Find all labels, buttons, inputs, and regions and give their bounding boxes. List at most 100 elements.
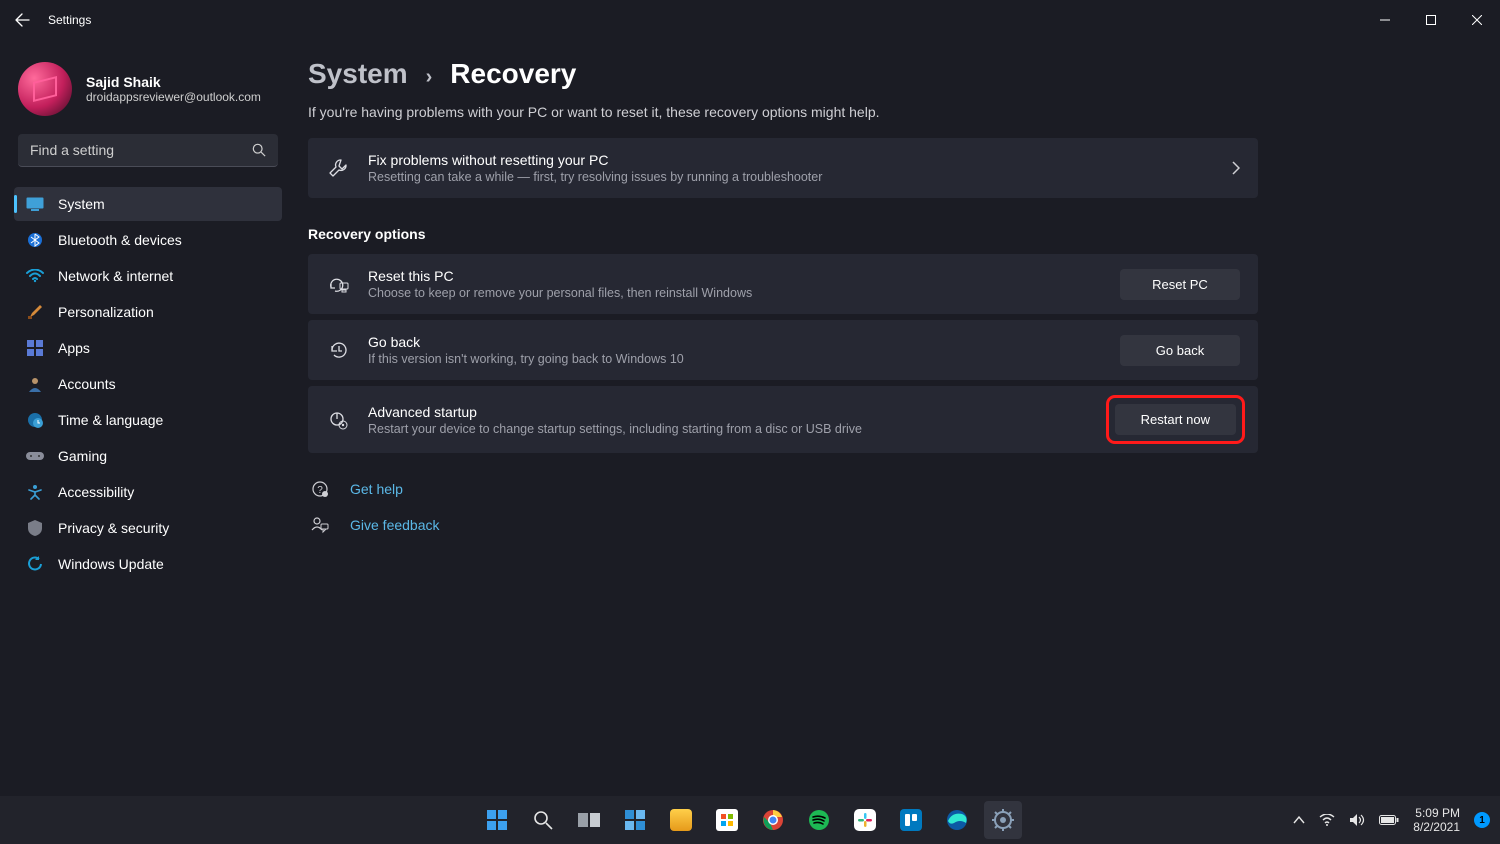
card-desc: Resetting can take a while — first, try … [368, 170, 1214, 184]
sidebar: Sajid Shaik droidappsreviewer@outlook.co… [0, 40, 290, 796]
gear-icon [992, 809, 1014, 831]
settings-app-button[interactable] [984, 801, 1022, 839]
globe-clock-icon [26, 411, 44, 429]
chrome-button[interactable] [754, 801, 792, 839]
task-view-icon [578, 811, 600, 829]
search-icon [533, 810, 553, 830]
monitor-icon [26, 195, 44, 213]
search-placeholder: Find a setting [30, 142, 114, 158]
wifi-icon[interactable] [1319, 814, 1335, 826]
taskbar-center [478, 801, 1022, 839]
windows-icon [486, 809, 508, 831]
reset-pc-button[interactable]: Reset PC [1120, 269, 1240, 300]
sidebar-item-label: Network & internet [58, 268, 173, 284]
sidebar-item-accounts[interactable]: Accounts [14, 367, 282, 401]
system-tray: 5:09 PM 8/2/2021 1 [1293, 806, 1490, 835]
help-links: ? Get help Give feedback [308, 477, 1476, 537]
give-feedback-link[interactable]: Give feedback [350, 517, 440, 533]
sidebar-item-label: Accounts [58, 376, 116, 392]
tray-time: 5:09 PM [1413, 806, 1460, 820]
sidebar-item-label: Privacy & security [58, 520, 169, 536]
sidebar-item-label: Accessibility [58, 484, 134, 500]
slack-button[interactable] [846, 801, 884, 839]
main-content: System › Recovery If you're having probl… [290, 40, 1500, 796]
sidebar-item-network[interactable]: Network & internet [14, 259, 282, 293]
maximize-icon [1426, 15, 1436, 25]
intro-text: If you're having problems with your PC o… [308, 104, 1476, 120]
card-title: Go back [368, 334, 1102, 350]
widgets-icon [624, 809, 646, 831]
titlebar-left: Settings [12, 10, 91, 30]
refresh-icon [26, 555, 44, 573]
sidebar-item-windows-update[interactable]: Windows Update [14, 547, 282, 581]
folder-icon [670, 809, 692, 831]
minimize-button[interactable] [1362, 4, 1408, 36]
breadcrumb-parent[interactable]: System [308, 58, 408, 90]
window-title: Settings [48, 13, 91, 27]
card-desc: Choose to keep or remove your personal f… [368, 286, 1102, 300]
volume-icon[interactable] [1349, 813, 1365, 827]
widgets-button[interactable] [616, 801, 654, 839]
help-icon: ? [308, 477, 332, 501]
card-text: Advanced startup Restart your device to … [368, 404, 1093, 436]
slack-icon [854, 809, 876, 831]
taskbar: 5:09 PM 8/2/2021 1 [0, 796, 1500, 844]
sidebar-item-label: Windows Update [58, 556, 164, 572]
restart-now-button[interactable]: Restart now [1115, 404, 1236, 435]
sidebar-item-accessibility[interactable]: Accessibility [14, 475, 282, 509]
taskbar-search[interactable] [524, 801, 562, 839]
gamepad-icon [26, 447, 44, 465]
card-text: Fix problems without resetting your PC R… [368, 152, 1214, 184]
tray-overflow-icon[interactable] [1293, 816, 1305, 824]
sidebar-item-bluetooth[interactable]: Bluetooth & devices [14, 223, 282, 257]
feedback-icon [308, 513, 332, 537]
power-gear-icon [326, 408, 350, 432]
sidebar-item-apps[interactable]: Apps [14, 331, 282, 365]
file-explorer-button[interactable] [662, 801, 700, 839]
history-icon [326, 338, 350, 362]
search-input[interactable]: Find a setting [18, 134, 278, 167]
sidebar-item-time-language[interactable]: Time & language [14, 403, 282, 437]
app-body: Sajid Shaik droidappsreviewer@outlook.co… [0, 40, 1500, 796]
get-help-link[interactable]: Get help [350, 481, 403, 497]
sidebar-item-privacy[interactable]: Privacy & security [14, 511, 282, 545]
card-title: Fix problems without resetting your PC [368, 152, 1214, 168]
battery-icon[interactable] [1379, 814, 1399, 826]
microsoft-store-button[interactable] [708, 801, 746, 839]
sidebar-item-label: Time & language [58, 412, 163, 428]
spotify-icon [808, 809, 830, 831]
user-info: Sajid Shaik droidappsreviewer@outlook.co… [86, 74, 261, 104]
spotify-button[interactable] [800, 801, 838, 839]
recovery-options-title: Recovery options [308, 226, 1476, 242]
trello-button[interactable] [892, 801, 930, 839]
trello-icon [900, 809, 922, 831]
card-text: Go back If this version isn't working, t… [368, 334, 1102, 366]
close-button[interactable] [1454, 4, 1500, 36]
go-back-card: Go back If this version isn't working, t… [308, 320, 1258, 380]
sidebar-item-personalization[interactable]: Personalization [14, 295, 282, 329]
sidebar-item-label: Apps [58, 340, 90, 356]
sidebar-item-gaming[interactable]: Gaming [14, 439, 282, 473]
shield-icon [26, 519, 44, 537]
task-view-button[interactable] [570, 801, 608, 839]
start-button[interactable] [478, 801, 516, 839]
nav: System Bluetooth & devices Network & int… [14, 187, 282, 581]
arrow-left-icon [14, 12, 30, 28]
maximize-button[interactable] [1408, 4, 1454, 36]
wrench-icon [326, 156, 350, 180]
clock[interactable]: 5:09 PM 8/2/2021 [1413, 806, 1460, 835]
reset-pc-icon [326, 272, 350, 296]
sidebar-item-system[interactable]: System [14, 187, 282, 221]
notification-badge[interactable]: 1 [1474, 812, 1490, 828]
search-icon [252, 143, 266, 157]
user-block[interactable]: Sajid Shaik droidappsreviewer@outlook.co… [14, 56, 282, 134]
get-help-row: ? Get help [308, 477, 1476, 501]
paintbrush-icon [26, 303, 44, 321]
advanced-startup-card: Advanced startup Restart your device to … [308, 386, 1258, 453]
fix-problems-card[interactable]: Fix problems without resetting your PC R… [308, 138, 1258, 198]
chevron-right-icon [1232, 161, 1240, 175]
edge-button[interactable] [938, 801, 976, 839]
go-back-button[interactable]: Go back [1120, 335, 1240, 366]
back-button[interactable] [12, 10, 32, 30]
wifi-icon [26, 267, 44, 285]
